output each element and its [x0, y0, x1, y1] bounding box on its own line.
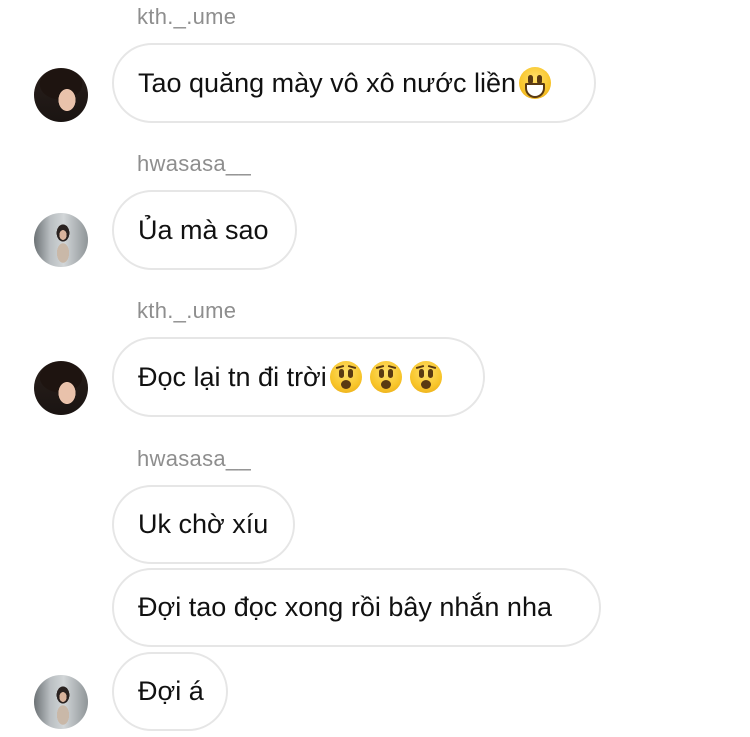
hushed-face-icon — [369, 361, 402, 393]
sender-username: kth._.ume — [137, 298, 237, 323]
message-bubble[interactable]: Đợi á — [112, 652, 228, 731]
message-bubble[interactable]: Đọc lại tn đi trời — [112, 337, 485, 417]
message-bubble[interactable]: Đợi tao đọc xong rồi bây nhắn nha — [112, 568, 601, 647]
message-text: Uk chờ xíu — [138, 509, 269, 539]
message-text: Tao quăng mày vô xô nước liền — [138, 67, 516, 98]
message-bubble[interactable]: Tao quăng mày vô xô nước liền — [112, 43, 596, 123]
hushed-face-icon — [409, 361, 442, 393]
sender-username: hwasasa__ — [137, 446, 251, 471]
avatar[interactable] — [34, 213, 88, 267]
hushed-face-icon — [329, 361, 362, 393]
sender-username: kth._.ume — [137, 4, 237, 29]
avatar[interactable] — [34, 68, 88, 122]
sender-username: hwasasa__ — [137, 151, 251, 176]
avatar[interactable] — [34, 675, 88, 729]
grinning-face-icon — [519, 67, 551, 99]
message-text: Đợi tao đọc xong rồi bây nhắn nha — [138, 592, 552, 622]
message-bubble[interactable]: Uk chờ xíu — [112, 485, 295, 564]
message-bubble[interactable]: Ủa mà sao — [112, 190, 297, 270]
message-text: Đọc lại tn đi trời — [138, 361, 327, 392]
message-text: Đợi á — [138, 676, 204, 706]
message-text: Ủa mà sao — [138, 214, 269, 245]
avatar[interactable] — [34, 361, 88, 415]
